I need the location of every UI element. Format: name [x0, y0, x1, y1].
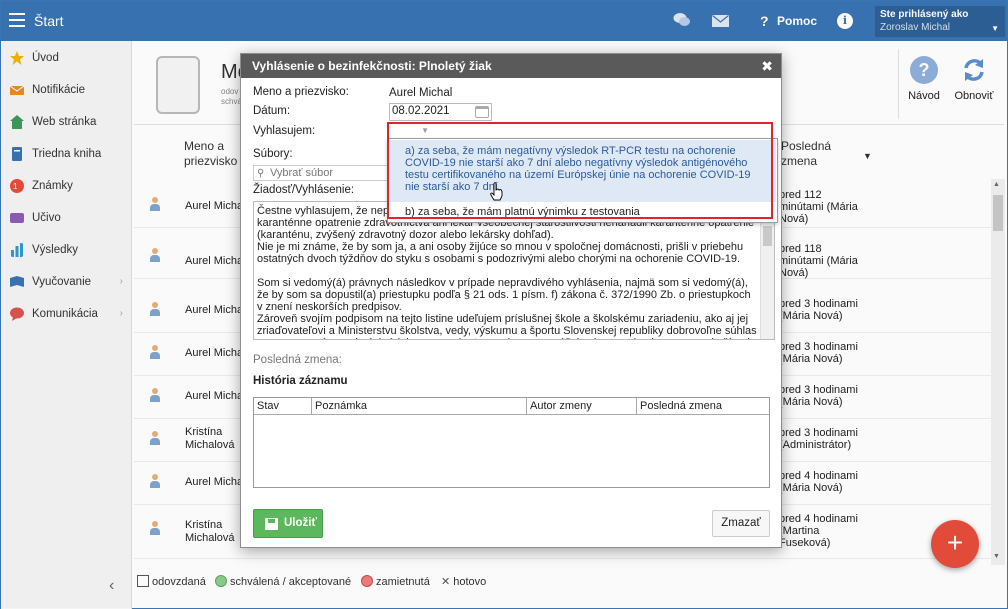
history-table: Stav Poznámka Autor zmeny Posledná zmena: [253, 397, 770, 488]
request-label: Žiadosť/Vyhlásenie:: [253, 184, 355, 196]
floppy-disk-icon: [265, 518, 278, 530]
history-col-last-change[interactable]: Posledná zmena: [637, 398, 769, 414]
name-value: Aurel Michal: [389, 87, 453, 99]
declare-label: Vyhlasujem:: [253, 125, 316, 137]
name-label: Meno a priezvisko:: [253, 86, 349, 98]
history-col-author[interactable]: Autor zmeny: [527, 398, 637, 414]
search-icon: ⚲: [257, 168, 265, 179]
history-col-note[interactable]: Poznámka: [312, 398, 527, 414]
save-button[interactable]: Uložiť: [253, 509, 323, 538]
declaration-paragraph: Som si vedomý(á) právnych následkov v pr…: [257, 277, 751, 313]
dialog-title: Vyhlásenie o bezinfekčnosti: Plnoletý ži…: [252, 59, 492, 73]
history-col-status[interactable]: Stav: [254, 398, 312, 414]
delete-button[interactable]: Zmazať: [712, 510, 770, 537]
hand-cursor-icon: [490, 182, 503, 201]
file-picker-placeholder: Vybrať súbor: [270, 167, 334, 179]
date-value: 08.02.2021: [392, 105, 450, 117]
date-field[interactable]: 08.02.2021: [389, 103, 492, 121]
calendar-icon[interactable]: [475, 106, 489, 118]
save-button-label: Uložiť: [284, 517, 317, 529]
scrollbar-thumb[interactable]: [763, 226, 772, 246]
history-title: História záznamu: [253, 375, 348, 387]
history-table-header: Stav Poznámka Autor zmeny Posledná zmena: [254, 398, 769, 415]
close-icon[interactable]: ✖: [761, 54, 773, 78]
last-change-label: Posledná zmena:: [253, 354, 342, 366]
declaration-paragraph: Zároveň svojím podpisom na tejto listine…: [257, 313, 757, 339]
dialog-header: Vyhlásenie o bezinfekčnosti: Plnoletý ži…: [241, 54, 781, 78]
files-label: Súbory:: [253, 148, 293, 160]
declaration-paragraph: Nie je mi známe, že by som ja, a ani oso…: [257, 241, 744, 265]
highlight-frame: [387, 122, 773, 219]
date-label: Dátum:: [253, 105, 291, 117]
file-picker[interactable]: ⚲ Vybrať súbor: [253, 165, 393, 181]
